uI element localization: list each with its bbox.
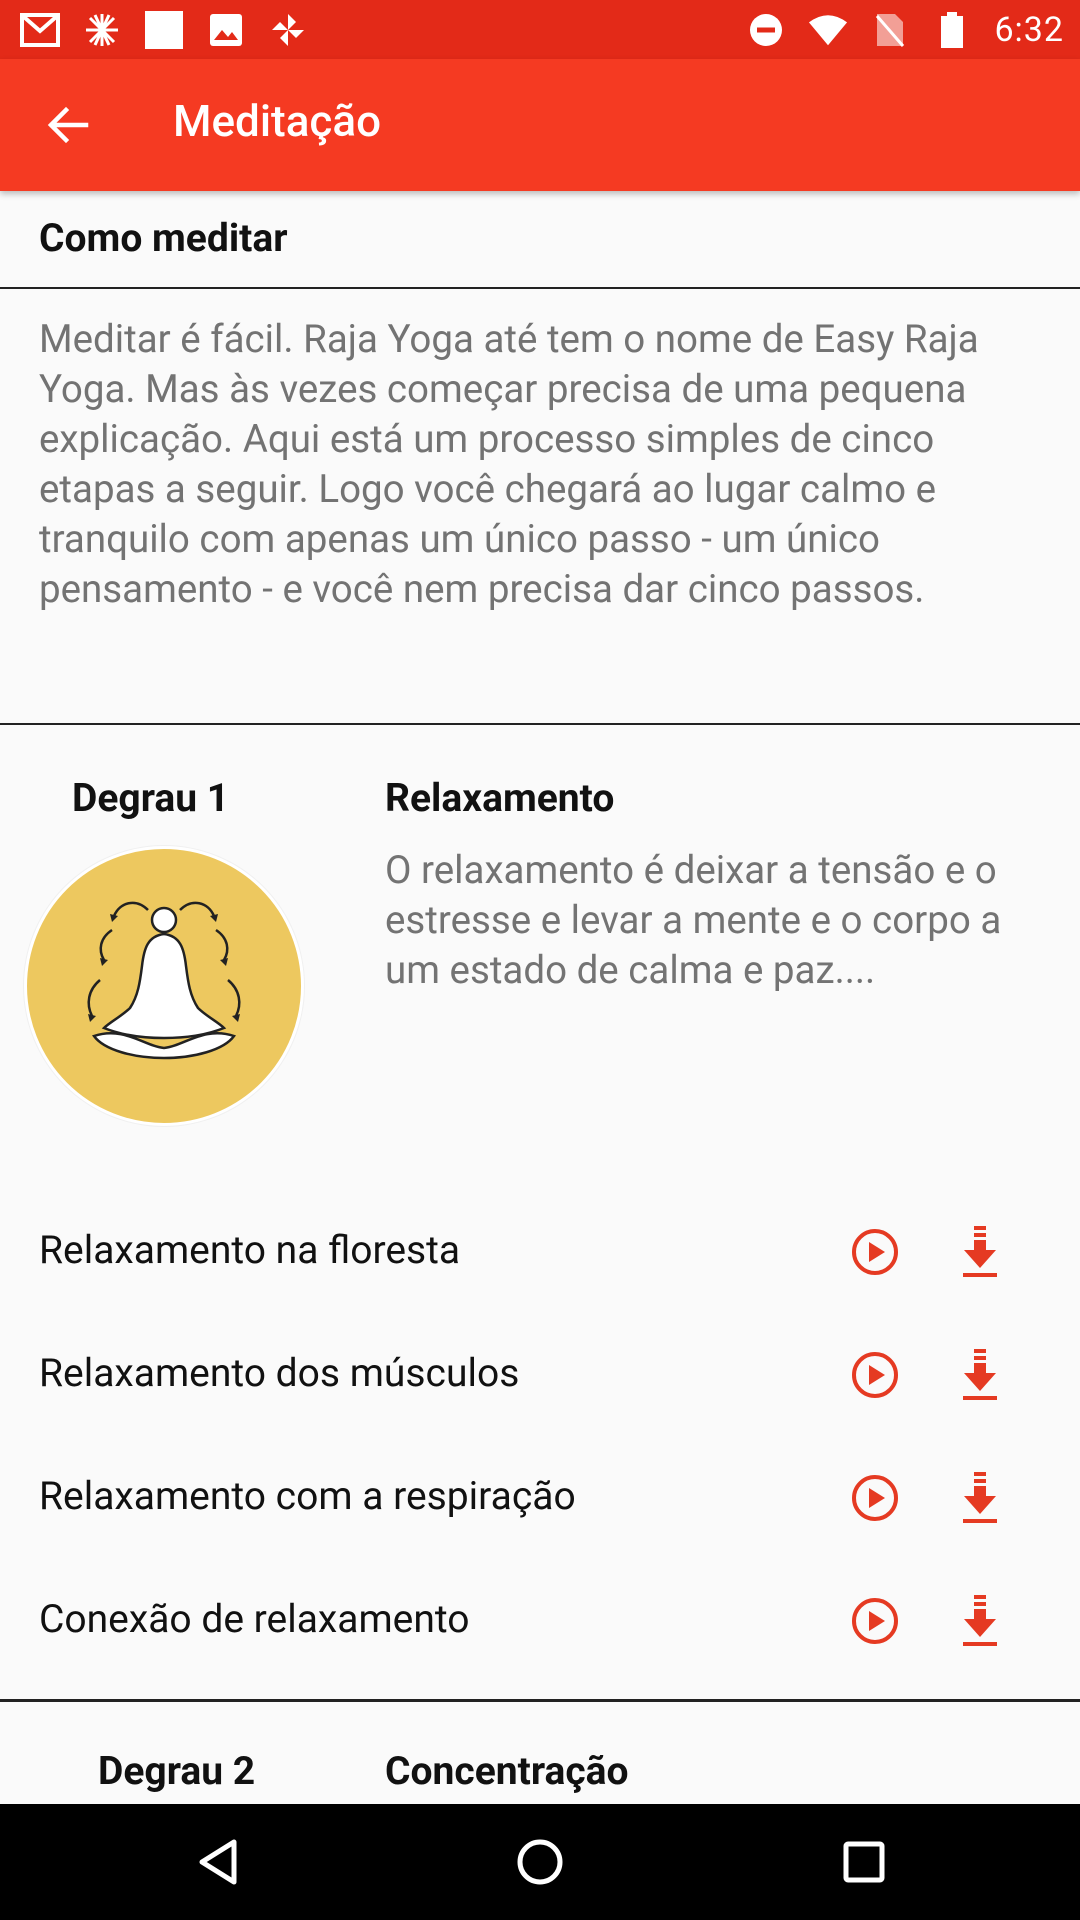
pinwheel-icon <box>268 10 308 50</box>
step-label: Degrau 1 <box>72 775 230 821</box>
clock: 6:32 <box>994 10 1064 50</box>
recents-square-icon[interactable] <box>836 1834 892 1890</box>
image-icon <box>206 10 246 50</box>
battery-icon <box>932 10 972 50</box>
play-icon[interactable] <box>850 1473 900 1523</box>
status-bar: 6:32 <box>0 0 1080 59</box>
list-item: Conexão de relaxamento <box>0 1566 1080 1676</box>
list-item: Relaxamento na floresta <box>0 1197 1080 1307</box>
dnd-icon <box>746 10 786 50</box>
page-title: Meditação <box>173 95 382 147</box>
download-icon[interactable] <box>955 1224 1005 1280</box>
track-name: Conexão de relaxamento <box>39 1596 470 1642</box>
no-sim-icon <box>870 10 910 50</box>
back-triangle-icon[interactable] <box>190 1834 246 1890</box>
home-circle-icon[interactable] <box>512 1834 568 1890</box>
square-icon <box>144 10 184 50</box>
download-icon[interactable] <box>955 1347 1005 1403</box>
divider <box>0 1699 1080 1702</box>
track-name: Relaxamento com a respiração <box>39 1473 576 1519</box>
divider <box>0 287 1080 289</box>
section-title: Como meditar <box>39 215 288 261</box>
step-title: Relaxamento <box>385 775 615 821</box>
wifi-icon <box>808 10 848 50</box>
navigation-bar <box>0 1804 1080 1920</box>
flower-icon <box>82 10 122 50</box>
download-icon[interactable] <box>955 1470 1005 1526</box>
step-title: Concentração <box>385 1748 629 1794</box>
gmail-icon <box>20 10 60 50</box>
arrow-back-icon[interactable] <box>40 97 96 153</box>
play-icon[interactable] <box>850 1596 900 1646</box>
meditation-figure-icon <box>87 901 241 1060</box>
play-icon[interactable] <box>850 1350 900 1400</box>
intro-text: Meditar é fácil. Raja Yoga até tem o nom… <box>39 317 979 612</box>
divider <box>0 723 1080 725</box>
step-badge[interactable] <box>24 846 304 1126</box>
list-item: Relaxamento dos músculos <box>0 1320 1080 1430</box>
track-name: Relaxamento na floresta <box>39 1227 461 1273</box>
track-name: Relaxamento dos músculos <box>39 1350 520 1396</box>
download-icon[interactable] <box>955 1593 1005 1649</box>
play-icon[interactable] <box>850 1227 900 1277</box>
list-item: Relaxamento com a respiração <box>0 1443 1080 1553</box>
step-label: Degrau 2 <box>98 1748 256 1794</box>
step-description: O relaxamento é deixar a tensão e o estr… <box>385 848 1002 993</box>
app-bar: Meditação <box>0 59 1080 191</box>
